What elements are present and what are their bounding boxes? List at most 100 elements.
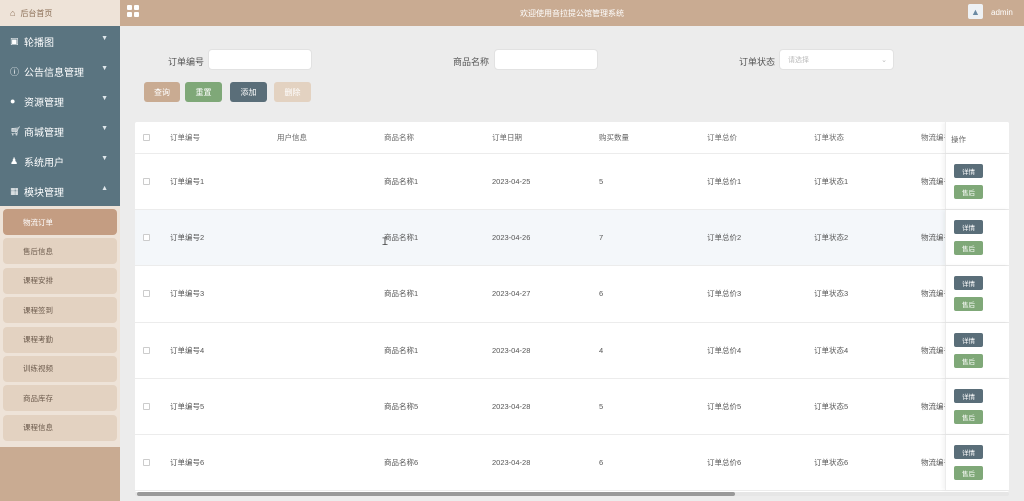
sidebar-home-link[interactable]: ⌂ 后台首页 xyxy=(0,0,120,26)
table-row[interactable]: 订单编号1 商品名称1 2023-04-25 5 订单总价1 订单状态1 物流编… xyxy=(135,154,1009,211)
order-status-select[interactable]: 请选择 ⌄ xyxy=(779,49,894,70)
row-checkbox[interactable] xyxy=(143,402,150,410)
submenu-label: 课程考勤 xyxy=(23,335,53,345)
sidebar-item-carousel[interactable]: ▣ 轮播图 ▼ xyxy=(0,26,120,56)
order-no-cell: 订单编号3 xyxy=(170,289,205,299)
row-checkbox[interactable] xyxy=(143,234,150,242)
submenu-item-course-schedule[interactable]: 课程安排 xyxy=(3,267,117,294)
row-operations: 详情 售后 xyxy=(945,210,1009,266)
sidebar-item-system-users[interactable]: ♟ 系统用户 ▼ xyxy=(0,146,120,176)
submenu-item-after-sales[interactable]: 售后信息 xyxy=(3,238,117,265)
product-name-input[interactable] xyxy=(494,49,598,70)
sidebar-item-resources[interactable]: ● 资源管理 ▼ xyxy=(0,86,120,116)
delete-button[interactable]: 删除 xyxy=(274,82,311,102)
detail-button[interactable]: 详情 xyxy=(954,164,983,178)
column-header[interactable]: 订单总价 xyxy=(707,122,737,153)
row-checkbox[interactable] xyxy=(143,290,150,298)
search-button[interactable]: 查询 xyxy=(144,82,180,102)
sidebar-item-label: 资源管理 xyxy=(24,97,64,109)
table-row[interactable]: 订单编号3 商品名称1 2023-04-27 6 订单总价3 订单状态3 物流编… xyxy=(135,266,1009,323)
chevron-down-icon: ▼ xyxy=(101,35,108,42)
submenu-item-course-info[interactable]: 课程信息 xyxy=(3,414,117,441)
row-checkbox[interactable] xyxy=(143,178,150,185)
quantity-cell: 6 xyxy=(599,289,604,299)
table-row[interactable]: 订单编号6 商品名称6 2023-04-28 6 订单总价6 订单状态6 物流编… xyxy=(135,434,1009,492)
after-sales-button[interactable]: 售后 xyxy=(954,297,983,312)
table-header: 订单编号 用户信息 商品名称 订单日期 购买数量 订单总价 订单状态 物流编号 … xyxy=(135,122,1009,154)
after-sales-button[interactable]: 售后 xyxy=(954,465,983,480)
image-icon: ▣ xyxy=(10,35,19,46)
logistics-no-cell: 物流编号 xyxy=(921,345,945,355)
sidebar-item-label: 系统用户 xyxy=(24,157,64,169)
after-sales-button[interactable]: 售后 xyxy=(954,185,983,199)
logistics-no-cell: 物流编号 xyxy=(921,233,945,243)
sidebar-item-label: 模块管理 xyxy=(24,187,64,199)
submenu-item-stock[interactable]: 商品库存 xyxy=(3,385,117,412)
column-header[interactable]: 订单编号 xyxy=(170,122,200,153)
detail-button[interactable]: 详情 xyxy=(954,444,983,459)
submenu-item-course-attendance[interactable]: 课程考勤 xyxy=(3,326,117,353)
avatar[interactable]: ▲ xyxy=(968,4,983,19)
column-header[interactable]: 物流编号 xyxy=(921,122,945,153)
submenu-item-training-videos[interactable]: 训练视频 xyxy=(3,355,117,382)
after-sales-button[interactable]: 售后 xyxy=(954,353,983,368)
sidebar-item-label: 公告信息管理 xyxy=(24,67,84,79)
order-status-cell: 订单状态6 xyxy=(814,458,849,468)
horizontal-scrollbar[interactable] xyxy=(135,492,1009,496)
reset-button[interactable]: 重置 xyxy=(185,82,222,102)
product-name-cell: 商品名称1 xyxy=(384,345,419,355)
product-name-cell: 商品名称1 xyxy=(384,177,419,187)
table-row[interactable]: 订单编号2 商品名称1 2023-04-26 7 订单总价2 订单状态2 物流编… xyxy=(135,210,1009,267)
order-no-cell: 订单编号6 xyxy=(170,458,205,468)
after-sales-button[interactable]: 售后 xyxy=(954,409,983,424)
username[interactable]: admin xyxy=(991,8,1013,17)
order-status-cell: 订单状态4 xyxy=(814,345,849,355)
detail-button[interactable]: 详情 xyxy=(954,276,983,291)
quantity-cell: 6 xyxy=(599,458,604,468)
app-title: 欢迎使用音拉提公馆管理系统 xyxy=(520,9,624,18)
top-bar: 欢迎使用音拉提公馆管理系统 ▲ admin xyxy=(120,0,1024,26)
table-row[interactable]: 订单编号5 商品名称5 2023-04-28 5 订单总价5 订单状态5 物流编… xyxy=(135,378,1009,435)
quantity-cell: 5 xyxy=(599,177,604,187)
order-date-cell: 2023-04-25 xyxy=(492,177,531,187)
chevron-down-icon: ▼ xyxy=(101,155,108,162)
sidebar-item-modules[interactable]: ▦ 模块管理 ▲ xyxy=(0,176,120,206)
add-button[interactable]: 添加 xyxy=(230,82,267,102)
submenu-label: 课程签到 xyxy=(23,305,53,315)
order-status-cell: 订单状态2 xyxy=(814,233,849,243)
column-header[interactable]: 订单状态 xyxy=(814,122,844,153)
info-icon: ⓘ xyxy=(10,66,20,77)
total-price-cell: 订单总价6 xyxy=(707,458,742,468)
submenu-label: 售后信息 xyxy=(23,246,53,256)
logistics-no-cell: 物流编号 xyxy=(921,289,945,299)
after-sales-button[interactable]: 售后 xyxy=(954,241,983,256)
column-header[interactable]: 商品名称 xyxy=(384,122,414,153)
table-row[interactable]: 订单编号4 商品名称1 2023-04-28 4 订单总价4 订单状态4 物流编… xyxy=(135,322,1009,379)
product-name-label: 商品名称 xyxy=(453,57,490,67)
detail-button[interactable]: 详情 xyxy=(954,388,983,403)
chevron-down-icon: ⌄ xyxy=(881,57,887,64)
column-header[interactable]: 订单日期 xyxy=(492,122,522,153)
chevron-down-icon: ▼ xyxy=(101,125,108,132)
order-date-cell: 2023-04-27 xyxy=(492,289,531,299)
logistics-no-cell: 物流编号 xyxy=(921,401,945,411)
submenu-label: 训练视频 xyxy=(23,364,53,374)
order-status-cell: 订单状态5 xyxy=(814,401,849,411)
sidebar-item-announcements[interactable]: ⓘ 公告信息管理 ▼ xyxy=(0,56,120,86)
location-icon: ● xyxy=(10,96,16,106)
row-checkbox[interactable] xyxy=(143,346,150,354)
total-price-cell: 订单总价1 xyxy=(707,177,742,187)
sidebar-item-shop[interactable]: 🛒︎ 商城管理 ▼ xyxy=(0,116,120,146)
order-no-input[interactable] xyxy=(208,49,312,70)
column-header[interactable]: 用户信息 xyxy=(277,122,307,153)
scrollbar-thumb[interactable] xyxy=(137,492,735,496)
select-all-checkbox[interactable] xyxy=(143,134,150,141)
submenu-item-course-checkin[interactable]: 课程签到 xyxy=(3,297,117,324)
detail-button[interactable]: 详情 xyxy=(954,220,983,235)
total-price-cell: 订单总价4 xyxy=(707,345,742,355)
column-header[interactable]: 购买数量 xyxy=(599,122,629,153)
detail-button[interactable]: 详情 xyxy=(954,332,983,347)
row-checkbox[interactable] xyxy=(143,458,150,466)
sidebar: ⌂ 后台首页 ▣ 轮播图 ▼ ⓘ 公告信息管理 ▼ ● 资源管理 ▼ 🛒︎ 商城… xyxy=(0,0,120,501)
submenu-item-logistics-orders[interactable]: 物流订单 xyxy=(3,209,117,235)
